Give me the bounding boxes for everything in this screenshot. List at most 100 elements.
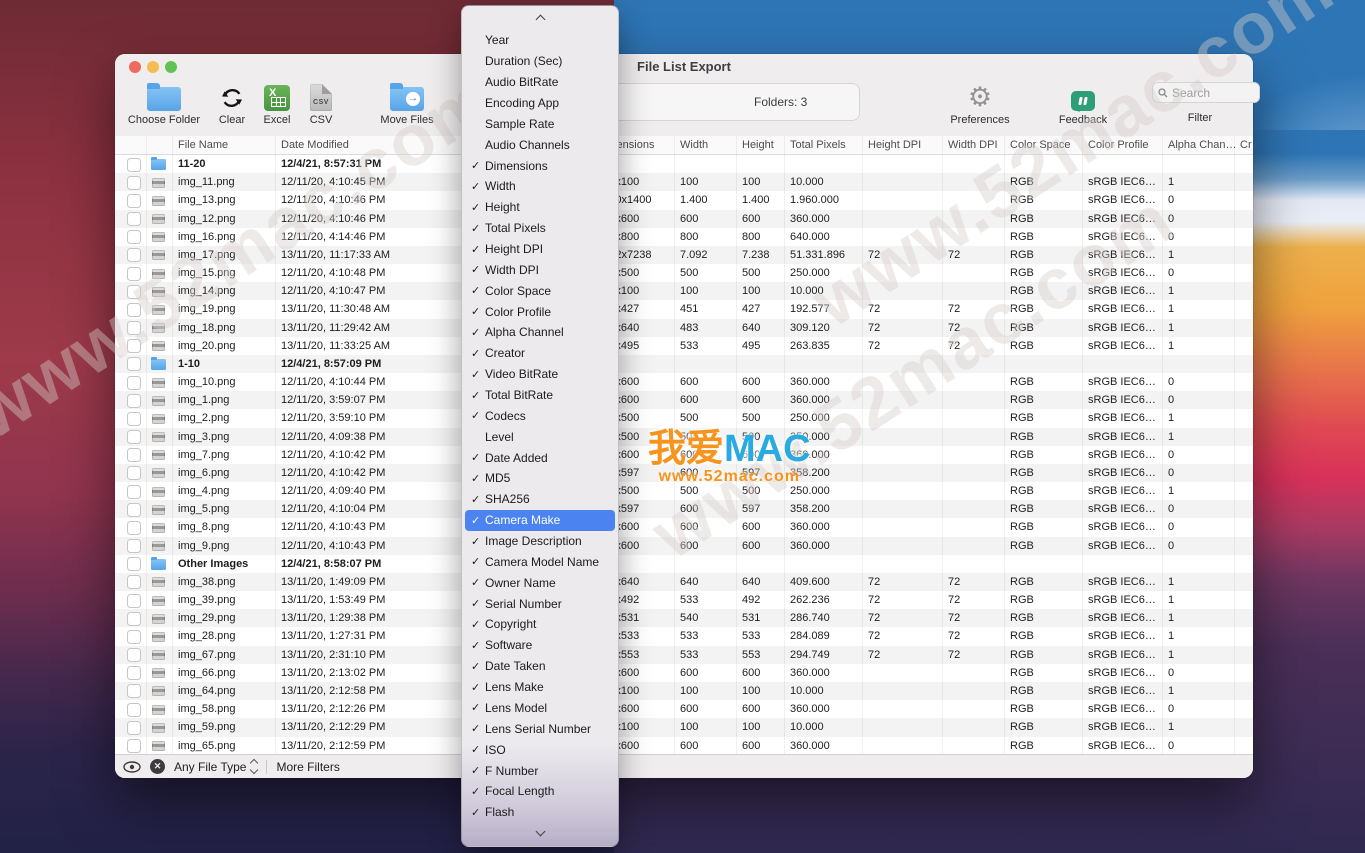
row-checkbox[interactable] (127, 557, 141, 572)
row-checkbox[interactable] (127, 357, 141, 372)
row-checkbox[interactable] (127, 430, 141, 445)
move-files-button[interactable]: → Move Files (359, 80, 455, 126)
row-checkbox[interactable] (127, 339, 141, 354)
menu-item-image-description[interactable]: ✓ Image Description (462, 531, 618, 552)
row-checkbox[interactable] (127, 629, 141, 644)
row-checkbox[interactable] (127, 520, 141, 535)
menu-item-iso[interactable]: ✓ ISO (462, 739, 618, 760)
row-checkbox[interactable] (127, 302, 141, 317)
menu-item-software[interactable]: ✓ Software (462, 635, 618, 656)
more-filters-button[interactable]: More Filters (276, 760, 339, 774)
row-checkbox[interactable] (127, 484, 141, 499)
search-input[interactable]: Search (1152, 82, 1260, 103)
column-header[interactable]: Height DPI (864, 136, 943, 154)
menu-scroll-down[interactable] (462, 822, 618, 840)
row-checkbox[interactable] (127, 375, 141, 390)
row-checkbox[interactable] (127, 284, 141, 299)
column-header[interactable]: File Name (174, 136, 276, 154)
preferences-button[interactable]: ⚙ Preferences (932, 80, 1028, 127)
menu-item-year[interactable]: Year (462, 30, 618, 51)
row-checkbox[interactable] (127, 666, 141, 681)
column-header[interactable]: Color Profile (1084, 136, 1163, 154)
row-checkbox[interactable] (127, 539, 141, 554)
menu-item-copyright[interactable]: ✓ Copyright (462, 614, 618, 635)
column-header[interactable]: Width DPI (944, 136, 1005, 154)
window-chrome: File List Export Choose Folder Clear X E… (115, 54, 1260, 137)
column-header[interactable]: Color Space (1006, 136, 1083, 154)
row-checkbox[interactable] (127, 175, 141, 190)
menu-item-lens-make[interactable]: ✓ Lens Make (462, 677, 618, 698)
row-checkbox[interactable] (127, 321, 141, 336)
row-checkbox[interactable] (127, 466, 141, 481)
column-header[interactable]: Height (738, 136, 785, 154)
menu-item-alpha-channel[interactable]: ✓ Alpha Channel (462, 322, 618, 343)
gridline (1162, 136, 1163, 755)
column-header[interactable]: Date Modified (277, 136, 474, 154)
row-checkbox[interactable] (127, 393, 141, 408)
cell: 597 (742, 466, 761, 479)
menu-item-flash[interactable]: ✓ Flash (462, 802, 618, 823)
feedback-button[interactable]: Feedback (1035, 80, 1131, 126)
menu-item-audio-bitrate[interactable]: Audio BitRate (462, 72, 618, 93)
row-checkbox[interactable] (127, 230, 141, 245)
menu-item-camera-make[interactable]: ✓ Camera Make (465, 509, 615, 531)
row-checkbox[interactable] (127, 212, 141, 227)
menu-item-video-bitrate[interactable]: ✓ Video BitRate (462, 364, 618, 385)
menu-item-height[interactable]: ✓ Height (462, 197, 618, 218)
row-checkbox[interactable] (127, 739, 141, 753)
row-checkbox[interactable] (127, 575, 141, 590)
menu-scroll-up[interactable] (462, 10, 618, 28)
chevron-up-icon (535, 14, 545, 24)
menu-item-total-pixels[interactable]: ✓ Total Pixels (462, 218, 618, 239)
row-checkbox[interactable] (127, 611, 141, 626)
clear-filter-icon[interactable]: ✕ (150, 759, 165, 774)
csv-button[interactable]: CSV CSV (273, 80, 369, 126)
row-checkbox[interactable] (127, 720, 141, 735)
row-checkbox[interactable] (127, 411, 141, 426)
menu-item-date-added[interactable]: ✓ Date Added (462, 447, 618, 468)
menu-item-sha256[interactable]: ✓ SHA256 (462, 489, 618, 510)
menu-item-dimensions[interactable]: ✓ Dimensions (462, 155, 618, 176)
row-checkbox[interactable] (127, 266, 141, 281)
menu-item-color-profile[interactable]: ✓ Color Profile (462, 301, 618, 322)
menu-item-date-taken[interactable]: ✓ Date Taken (462, 656, 618, 677)
row-checkbox[interactable] (127, 248, 141, 263)
row-checkbox[interactable] (127, 157, 141, 172)
column-header[interactable]: Total Pixels (786, 136, 863, 154)
menu-item-audio-channels[interactable]: Audio Channels (462, 134, 618, 155)
column-header[interactable]: Alpha Chan… (1164, 136, 1235, 154)
menu-item-total-bitrate[interactable]: ✓ Total BitRate (462, 385, 618, 406)
eye-icon[interactable] (123, 760, 141, 773)
menu-item-lens-serial-number[interactable]: ✓ Lens Serial Number (462, 718, 618, 739)
menu-item-serial-number[interactable]: ✓ Serial Number (462, 593, 618, 614)
cell (1236, 591, 1253, 609)
menu-item-encoding-app[interactable]: Encoding App (462, 93, 618, 114)
menu-item-focal-length[interactable]: ✓ Focal Length (462, 781, 618, 802)
menu-item-creator[interactable]: ✓ Creator (462, 343, 618, 364)
menu-item-duration-sec-[interactable]: Duration (Sec) (462, 51, 618, 72)
menu-item-lens-model[interactable]: ✓ Lens Model (462, 698, 618, 719)
menu-item-f-number[interactable]: ✓ F Number (462, 760, 618, 781)
cell (1164, 555, 1235, 573)
row-checkbox[interactable] (127, 702, 141, 717)
menu-item-codecs[interactable]: ✓ Codecs (462, 405, 618, 426)
row-checkbox[interactable] (127, 684, 141, 699)
menu-item-owner-name[interactable]: ✓ Owner Name (462, 572, 618, 593)
column-header[interactable]: Width (676, 136, 737, 154)
row-checkbox[interactable] (127, 502, 141, 517)
column-header[interactable]: Cr… (1236, 136, 1256, 154)
cell: 640 (680, 575, 699, 588)
menu-item-color-space[interactable]: ✓ Color Space (462, 280, 618, 301)
menu-item-camera-model-name[interactable]: ✓ Camera Model Name (462, 551, 618, 572)
file-type-select[interactable]: Any File Type (174, 758, 259, 775)
menu-item-level[interactable]: Level (462, 426, 618, 447)
row-checkbox[interactable] (127, 593, 141, 608)
menu-item-height-dpi[interactable]: ✓ Height DPI (462, 239, 618, 260)
row-checkbox[interactable] (127, 193, 141, 208)
menu-item-md5[interactable]: ✓ MD5 (462, 468, 618, 489)
row-checkbox[interactable] (127, 448, 141, 463)
row-checkbox[interactable] (127, 648, 141, 663)
menu-item-width-dpi[interactable]: ✓ Width DPI (462, 259, 618, 280)
menu-item-sample-rate[interactable]: Sample Rate (462, 113, 618, 134)
menu-item-width[interactable]: ✓ Width (462, 176, 618, 197)
